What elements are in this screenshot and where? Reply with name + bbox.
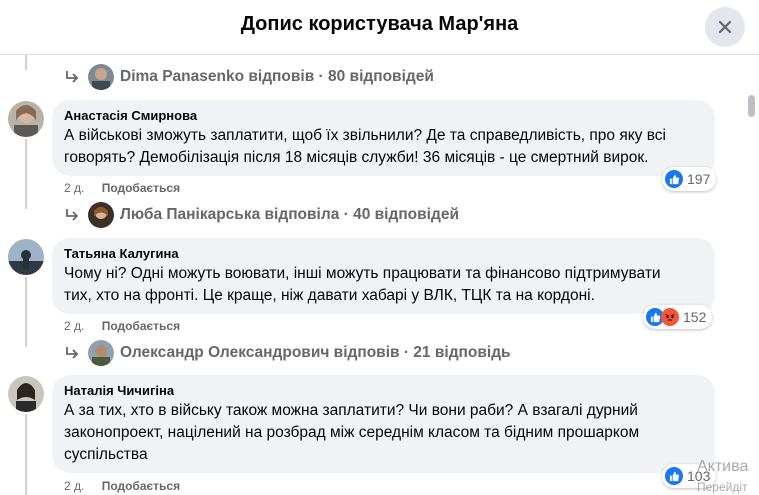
- comment-line: Чому ні? Одні можуть воювати, інші можут…: [64, 265, 661, 282]
- comment-line: тих, хто на фронті. Це краще, ніж давати…: [64, 287, 595, 304]
- comment-meta: 2 д. Подобається: [64, 181, 180, 195]
- comment-text: А за тих, хто в війську також можна запл…: [64, 400, 703, 466]
- comment-time[interactable]: 2 д.: [64, 319, 84, 333]
- reaction-count: 152: [683, 309, 707, 325]
- scrollbar-thumb[interactable]: [748, 95, 755, 117]
- like-button[interactable]: Подобається: [102, 479, 180, 493]
- like-reaction-icon: [665, 467, 683, 485]
- reaction-summary[interactable]: 152: [643, 305, 713, 329]
- like-reaction-icon: [665, 170, 683, 188]
- thread-line: [25, 55, 27, 70]
- reply-arrow-icon: [66, 209, 79, 221]
- avatar[interactable]: [8, 239, 44, 275]
- close-button[interactable]: [705, 7, 745, 47]
- comment-line: говорять? Демобілізація після 18 місяців…: [64, 149, 649, 166]
- comment-author[interactable]: Наталія Чичигіна: [64, 383, 703, 398]
- comment-bubble: Наталія Чичигіна А за тих, хто в війську…: [52, 375, 715, 473]
- comment-bubble: Татьяна Калугина Чому ні? Одні можуть во…: [52, 238, 715, 314]
- comment-text: Чому ні? Одні можуть воювати, інші можут…: [64, 263, 703, 307]
- comment-time[interactable]: 2 д.: [64, 479, 84, 493]
- avatar: [88, 64, 114, 90]
- reaction-summary[interactable]: 197: [662, 167, 717, 191]
- avatar: [88, 202, 114, 228]
- comment-line: А військові зможуть заплатити, щоб їх зв…: [64, 127, 666, 144]
- view-replies-link[interactable]: Люба Панікарська відповіла · 40 відповід…: [64, 201, 459, 229]
- reply-arrow-icon: [66, 71, 79, 83]
- reply-summary: Dima Panasenko відповів · 80 відповідей: [120, 68, 434, 85]
- comment-text: А військові зможуть заплатити, щоб їх зв…: [64, 125, 703, 169]
- comment-meta: 2 д. Подобається: [64, 479, 180, 493]
- avatar[interactable]: [8, 376, 44, 412]
- view-replies-link[interactable]: Dima Panasenko відповів · 80 відповідей: [64, 63, 434, 91]
- comment-author[interactable]: Анастасія Смирнова: [64, 108, 703, 123]
- reply-arrow-icon: [66, 347, 79, 359]
- avatar: [88, 340, 114, 366]
- activation-watermark: Актива: [697, 458, 749, 475]
- comment-meta: 2 д. Подобається: [64, 319, 180, 333]
- comment-time[interactable]: 2 д.: [64, 181, 84, 195]
- thread-line: [25, 277, 27, 347]
- comment-line: суспільства: [64, 446, 148, 463]
- thread-line: [25, 414, 27, 495]
- view-replies-link[interactable]: Олександр Олександрович відповів · 21 ві…: [64, 339, 511, 367]
- thread-line: [25, 139, 27, 209]
- dialog-header: Допис користувача Мар'яна: [0, 0, 759, 55]
- avatar[interactable]: [8, 101, 44, 137]
- reply-summary: Люба Панікарська відповіла · 40 відповід…: [120, 206, 459, 223]
- dialog-title: Допис користувача Мар'яна: [240, 13, 519, 35]
- reaction-count: 197: [687, 171, 711, 187]
- comment-author[interactable]: Татьяна Калугина: [64, 246, 703, 261]
- comment-bubble: Анастасія Смирнова А військові зможуть з…: [52, 100, 715, 176]
- like-button[interactable]: Подобається: [102, 181, 180, 195]
- close-icon: [718, 20, 732, 34]
- comment-line: законопроект, націлений на розбрад між с…: [64, 424, 640, 441]
- reply-summary: Олександр Олександрович відповів · 21 ві…: [120, 344, 511, 361]
- comment-line: А за тих, хто в війську також можна запл…: [64, 402, 638, 419]
- activation-watermark-subtitle: Перейдіт: [697, 480, 748, 494]
- like-button[interactable]: Подобається: [102, 319, 180, 333]
- angry-reaction-icon: [661, 308, 679, 326]
